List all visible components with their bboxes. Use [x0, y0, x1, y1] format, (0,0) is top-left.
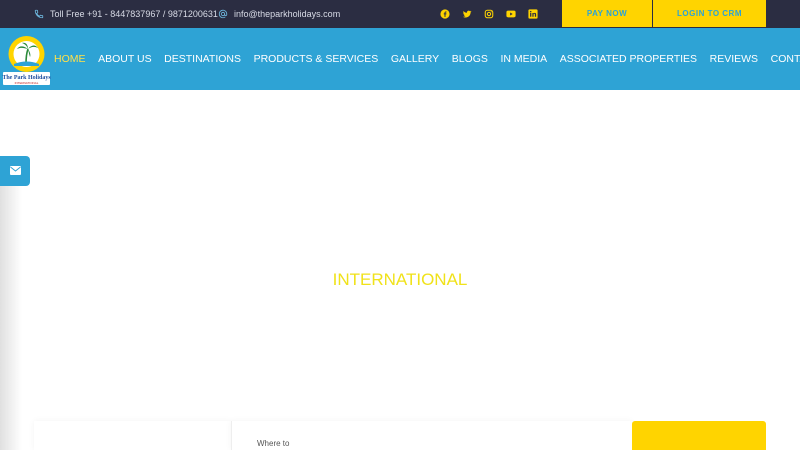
nav-item-reviews[interactable]: REVIEWS	[703, 53, 764, 65]
nav-item-blogs[interactable]: BLOGS	[445, 53, 494, 65]
email-contact[interactable]: info@theparkholidays.com	[218, 0, 340, 28]
where-to-field[interactable]: Where to	[231, 421, 632, 450]
login-crm-button[interactable]: LOGIN TO CRM	[653, 0, 766, 27]
instagram-icon[interactable]	[484, 9, 494, 19]
left-edge-shadow	[0, 186, 22, 450]
search-type-field[interactable]	[34, 421, 231, 450]
where-to-label: Where to	[257, 439, 290, 448]
nav-item-about-us[interactable]: ABOUT US	[92, 53, 158, 65]
search-button[interactable]	[632, 421, 766, 450]
phone-icon	[34, 9, 44, 19]
nav-item-products-services[interactable]: PRODUCTS & SERVICES	[247, 53, 384, 65]
nav-item-in-media[interactable]: IN MEDIA	[494, 53, 553, 65]
nav-item-destinations[interactable]: DESTINATIONS	[158, 53, 247, 65]
nav-item-gallery[interactable]: GALLERY	[385, 53, 446, 65]
search-panel: Where to	[34, 421, 766, 450]
at-icon	[218, 9, 228, 19]
social-links	[440, 0, 538, 28]
pay-now-button[interactable]: PAY NOW	[562, 0, 652, 27]
nav-item-associated-properties[interactable]: ASSOCIATED PROPERTIES	[553, 53, 703, 65]
top-bar: Toll Free +91 - 8447837967 / 9871200631 …	[0, 0, 800, 28]
facebook-icon[interactable]	[440, 9, 450, 19]
phone-text: Toll Free +91 - 8447837967 / 9871200631	[50, 9, 218, 19]
youtube-icon[interactable]	[506, 9, 516, 19]
logo-brand-subtext: INTERNATIONAL	[15, 81, 39, 85]
twitter-icon[interactable]	[462, 9, 472, 19]
linkedin-icon[interactable]	[528, 9, 538, 19]
hero-heading: INTERNATIONAL	[332, 270, 468, 289]
side-email-button[interactable]	[0, 156, 30, 186]
nav-item-contact-us[interactable]: CONTACT US	[764, 53, 800, 65]
envelope-icon	[9, 162, 21, 180]
primary-menu: HOME ABOUT US DESTINATIONS PRODUCTS & SE…	[54, 28, 800, 90]
nav-item-home[interactable]: HOME	[54, 53, 92, 65]
email-text: info@theparkholidays.com	[234, 9, 341, 19]
site-logo[interactable]: The Park Holidays INTERNATIONAL	[1, 34, 52, 86]
toll-free-contact[interactable]: Toll Free +91 - 8447837967 / 9871200631	[34, 0, 218, 28]
